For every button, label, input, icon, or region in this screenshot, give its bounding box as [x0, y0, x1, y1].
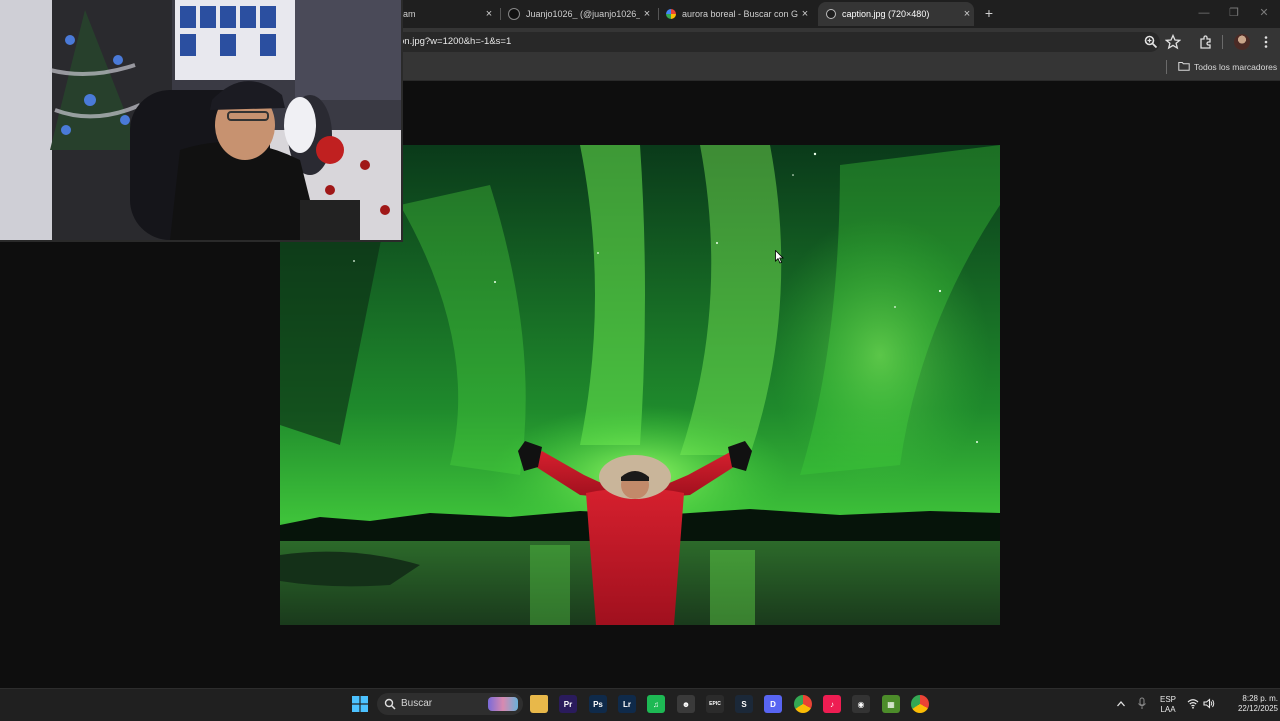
search-icon	[384, 698, 396, 710]
new-tab-button[interactable]: +	[980, 4, 998, 22]
tab-caption-image[interactable]: caption.jpg (720×480) ×	[818, 2, 974, 26]
tab-label: aurora boreal - Buscar con Goo	[682, 9, 798, 19]
more-menu-icon[interactable]	[1258, 34, 1274, 50]
chevron-up-icon[interactable]	[1116, 699, 1126, 709]
taskbar-app-chrome-alt[interactable]	[911, 695, 929, 713]
url-text[interactable]: on.jpg?w=1200&h=-1&s=1	[399, 36, 511, 47]
search-highlight-image	[488, 697, 518, 711]
taskbar-app-minecraft[interactable]: ▦	[882, 695, 900, 713]
bookmark-star-icon[interactable]	[1165, 34, 1181, 50]
windows-taskbar	[0, 688, 1280, 721]
clock-date: 22/12/2025	[1237, 704, 1278, 713]
language-code: ESP	[1159, 695, 1176, 704]
all-bookmarks-link[interactable]: Todos los marcadores	[1194, 62, 1277, 72]
minimize-button[interactable]: —	[1192, 4, 1216, 22]
taskbar-app-lightroom[interactable]: Lr	[618, 695, 636, 713]
wifi-icon[interactable]	[1187, 698, 1199, 709]
profile-avatar[interactable]	[1234, 34, 1250, 50]
close-tab-icon[interactable]: ×	[960, 8, 974, 20]
taskbar-app-discord[interactable]: D	[764, 695, 782, 713]
globe-icon	[826, 9, 836, 19]
language-indicator[interactable]: ESP LAA	[1154, 695, 1182, 715]
tab-google-search[interactable]: aurora boreal - Buscar con Goo ×	[662, 2, 812, 26]
tab-instagram[interactable]: ram ×	[396, 2, 496, 26]
tab-tiktok[interactable]: Juanjo1026_ (@juanjo1026_) | T ×	[504, 2, 654, 26]
maximize-button[interactable]: ❐	[1222, 4, 1246, 22]
volume-icon[interactable]	[1203, 698, 1215, 709]
windows-start-icon[interactable]	[352, 696, 368, 712]
tab-separator	[658, 8, 659, 20]
taskbar-app-spotify[interactable]: ♫	[647, 695, 665, 713]
taskbar-app-steam[interactable]: S	[735, 695, 753, 713]
tab-label: Juanjo1026_ (@juanjo1026_) | T	[526, 9, 640, 19]
tab-separator	[500, 8, 501, 20]
clock[interactable]: 8:28 p. m. 22/12/2025	[1222, 694, 1278, 714]
keyboard-layout: LAA	[1160, 705, 1176, 714]
mouse-cursor-icon	[775, 250, 784, 264]
taskbar-app-bot-app[interactable]: ☻	[677, 695, 695, 713]
close-tab-icon[interactable]: ×	[640, 8, 654, 20]
bookmarks-divider	[1166, 60, 1167, 74]
webcam-overlay	[0, 0, 403, 242]
tab-label: caption.jpg (720×480)	[842, 9, 930, 19]
clock-time: 8:28 p. m.	[1242, 694, 1278, 703]
zoom-icon[interactable]	[1143, 34, 1159, 50]
toolbar-divider	[1222, 35, 1223, 49]
close-tab-icon[interactable]: ×	[482, 8, 496, 20]
taskbar-app-chrome[interactable]	[794, 695, 812, 713]
taskbar-app-obs[interactable]: ◉	[852, 695, 870, 713]
taskbar-app-premiere-pro[interactable]: Pr	[559, 695, 577, 713]
close-window-button[interactable]: ✕	[1252, 4, 1276, 22]
taskbar-search-placeholder: Buscar	[401, 698, 433, 709]
taskbar-app-tiktok[interactable]: ♪	[823, 695, 841, 713]
folder-icon	[1178, 62, 1190, 71]
tab-label: ram	[400, 9, 416, 19]
close-tab-icon[interactable]: ×	[798, 8, 812, 20]
taskbar-app-file-explorer[interactable]	[530, 695, 548, 713]
taskbar-app-epic-games[interactable]: EPIC	[706, 695, 724, 713]
google-icon	[666, 9, 676, 19]
extensions-icon[interactable]	[1198, 34, 1214, 50]
taskbar-app-photoshop[interactable]: Ps	[589, 695, 607, 713]
tiktok-icon	[508, 8, 520, 20]
microphone-icon[interactable]	[1137, 697, 1147, 710]
